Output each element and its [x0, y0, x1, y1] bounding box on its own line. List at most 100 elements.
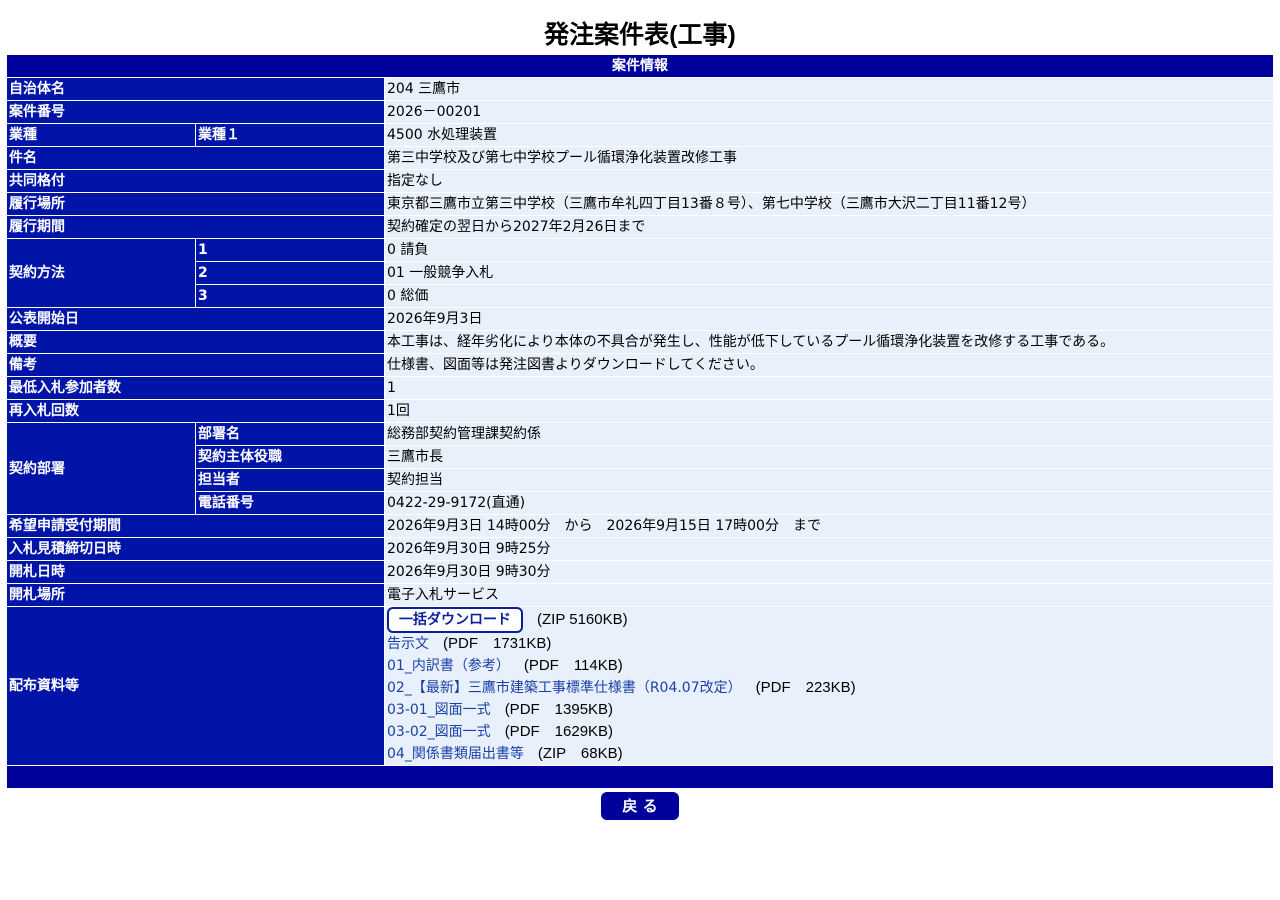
subject-value: 第三中学校及び第七中学校プール循環浄化装置改修工事 — [385, 147, 1273, 169]
contract-method-value: 01 一般競争入札 — [385, 262, 1273, 284]
page-title: 発注案件表(工事) — [544, 21, 736, 49]
table-footer-bar — [7, 766, 1273, 788]
row-industry: 業種 業種１ 4500 水処理装置 — [7, 124, 1273, 146]
rebid-count-value: 1回 — [385, 400, 1273, 422]
phone-value: 0422-29-9172(直通) — [385, 492, 1273, 514]
document-info: (PDF 223KB) — [755, 679, 856, 696]
location-label: 履行場所 — [7, 193, 384, 215]
row-joint-rating: 共同格付 指定なし — [7, 170, 1273, 192]
row-rebid-count: 再入札回数 1回 — [7, 400, 1273, 422]
min-bidders-value: 1 — [385, 377, 1273, 399]
municipality-label: 自治体名 — [7, 78, 384, 100]
row-location: 履行場所 東京都三鷹市立第三中学校（三鷹市牟礼四丁目13番８号）、第七中学校（三… — [7, 193, 1273, 215]
bid-deadline-value: 2026年9月30日 9時25分 — [385, 538, 1273, 560]
row-opening-datetime: 開札日時 2026年9月30日 9時30分 — [7, 561, 1273, 583]
opening-place-label: 開札場所 — [7, 584, 384, 606]
bulk-download-row: 一括ダウンロード (ZIP 5160KB) — [387, 607, 1271, 633]
overview-label: 概要 — [7, 331, 384, 353]
remarks-label: 備考 — [7, 354, 384, 376]
contract-method-label: 契約方法 — [7, 239, 195, 307]
document-link[interactable]: 告示文 — [387, 636, 429, 652]
row-contract-dept-3: 担当者 契約担当 — [7, 469, 1273, 491]
back-button[interactable]: 戻 る — [601, 792, 679, 820]
period-label: 履行期間 — [7, 216, 384, 238]
row-bid-deadline: 入札見積締切日時 2026年9月30日 9時25分 — [7, 538, 1273, 560]
row-contract-dept-1: 契約部署 部署名 総務部契約管理課契約係 — [7, 423, 1273, 514]
bulk-download-button[interactable]: 一括ダウンロード — [387, 607, 523, 633]
publish-date-value: 2026年9月3日 — [385, 308, 1273, 330]
joint-rating-label: 共同格付 — [7, 170, 384, 192]
row-subject: 件名 第三中学校及び第七中学校プール循環浄化装置改修工事 — [7, 147, 1273, 169]
contract-method-sub-label: 1 — [196, 239, 384, 261]
min-bidders-label: 最低入札参加者数 — [7, 377, 384, 399]
rebid-count-label: 再入札回数 — [7, 400, 384, 422]
document-link[interactable]: 01_内訳書（参考） — [387, 658, 510, 674]
row-contract-dept-2: 契約主体役職 三鷹市長 — [7, 446, 1273, 468]
row-documents: 配布資料等 一括ダウンロード (ZIP 5160KB) 告示文 (PDF 1731K… — [7, 607, 1273, 765]
contract-method-sub-label: 2 — [196, 262, 384, 284]
case-number-value: 2026－00201 — [385, 101, 1273, 123]
document-item: 告示文 (PDF 1731KB) — [387, 633, 1271, 655]
contract-dept-label: 契約部署 — [7, 423, 195, 514]
documents-list: 一括ダウンロード (ZIP 5160KB) 告示文 (PDF 1731KB) 01_… — [385, 607, 1273, 765]
document-item: 02_【最新】三鷹市建築工事標準仕様書（R04.07改定） (PDF 223KB) — [387, 677, 1271, 699]
document-info: (PDF 1395KB) — [504, 701, 614, 718]
documents-label: 配布資料等 — [7, 607, 384, 765]
document-info: (PDF 1731KB) — [443, 635, 552, 652]
industry-value: 4500 水処理装置 — [385, 124, 1273, 146]
person-in-charge-value: 契約担当 — [385, 469, 1273, 491]
document-link[interactable]: 03-02_図面一式 — [387, 724, 491, 740]
case-info-table: 案件情報 自治体名 204 三鷹市 案件番号 2026－00201 業種 業種１… — [6, 54, 1274, 789]
contract-position-label: 契約主体役職 — [196, 446, 384, 468]
case-number-label: 案件番号 — [7, 101, 384, 123]
row-case-number: 案件番号 2026－00201 — [7, 101, 1273, 123]
document-info: (ZIP 68KB) — [537, 745, 623, 762]
document-link[interactable]: 03-01_図面一式 — [387, 702, 491, 718]
bid-deadline-label: 入札見積締切日時 — [7, 538, 384, 560]
dept-name-value: 総務部契約管理課契約係 — [385, 423, 1273, 445]
period-value: 契約確定の翌日から2027年2月26日まで — [385, 216, 1273, 238]
row-application-period: 希望申請受付期間 2026年9月3日 14時00分 から 2026年9月15日 … — [7, 515, 1273, 537]
row-overview: 概要 本工事は、経年劣化により本体の不具合が発生し、性能が低下しているプール循環… — [7, 331, 1273, 353]
opening-place-value: 電子入札サービス — [385, 584, 1273, 606]
subject-label: 件名 — [7, 147, 384, 169]
person-in-charge-label: 担当者 — [196, 469, 384, 491]
bulk-download-info: (ZIP 5160KB) — [537, 611, 628, 628]
contract-method-sub-label: 3 — [196, 285, 384, 307]
application-period-value: 2026年9月3日 14時00分 から 2026年9月15日 17時00分 まで — [385, 515, 1273, 537]
row-period: 履行期間 契約確定の翌日から2027年2月26日まで — [7, 216, 1273, 238]
joint-rating-value: 指定なし — [385, 170, 1273, 192]
contract-position-value: 三鷹市長 — [385, 446, 1273, 468]
back-button-container: 戻 る — [0, 792, 1280, 820]
row-municipality: 自治体名 204 三鷹市 — [7, 78, 1273, 100]
opening-datetime-label: 開札日時 — [7, 561, 384, 583]
row-remarks: 備考 仕様書、図面等は発注図書よりダウンロードしてください。 — [7, 354, 1273, 376]
row-opening-place: 開札場所 電子入札サービス — [7, 584, 1273, 606]
row-contract-method-2: 2 01 一般競争入札 — [7, 262, 1273, 284]
remarks-value: 仕様書、図面等は発注図書よりダウンロードしてください。 — [385, 354, 1273, 376]
document-link[interactable]: 02_【最新】三鷹市建築工事標準仕様書（R04.07改定） — [387, 680, 742, 696]
row-contract-dept-4: 電話番号 0422-29-9172(直通) — [7, 492, 1273, 514]
contract-method-value: 0 総価 — [385, 285, 1273, 307]
application-period-label: 希望申請受付期間 — [7, 515, 384, 537]
document-link[interactable]: 04_関係書類届出書等 — [387, 746, 524, 762]
dept-name-label: 部署名 — [196, 423, 384, 445]
document-item: 03-02_図面一式 (PDF 1629KB) — [387, 721, 1271, 743]
overview-value: 本工事は、経年劣化により本体の不具合が発生し、性能が低下しているプール循環浄化装… — [385, 331, 1273, 353]
section-header: 案件情報 — [7, 55, 1273, 77]
row-publish-date: 公表開始日 2026年9月3日 — [7, 308, 1273, 330]
publish-date-label: 公表開始日 — [7, 308, 384, 330]
document-info: (PDF 1629KB) — [504, 723, 614, 740]
document-info: (PDF 114KB) — [523, 657, 623, 674]
row-contract-method-3: 3 0 総価 — [7, 285, 1273, 307]
municipality-value: 204 三鷹市 — [385, 78, 1273, 100]
industry-sub-label: 業種１ — [196, 124, 384, 146]
contract-method-value: 0 請負 — [385, 239, 1273, 261]
industry-label: 業種 — [7, 124, 195, 146]
document-item: 03-01_図面一式 (PDF 1395KB) — [387, 699, 1271, 721]
opening-datetime-value: 2026年9月30日 9時30分 — [385, 561, 1273, 583]
document-item: 01_内訳書（参考） (PDF 114KB) — [387, 655, 1271, 677]
location-value: 東京都三鷹市立第三中学校（三鷹市牟礼四丁目13番８号）、第七中学校（三鷹市大沢二… — [385, 193, 1273, 215]
row-min-bidders: 最低入札参加者数 1 — [7, 377, 1273, 399]
row-contract-method-1: 契約方法 1 0 請負 — [7, 239, 1273, 307]
